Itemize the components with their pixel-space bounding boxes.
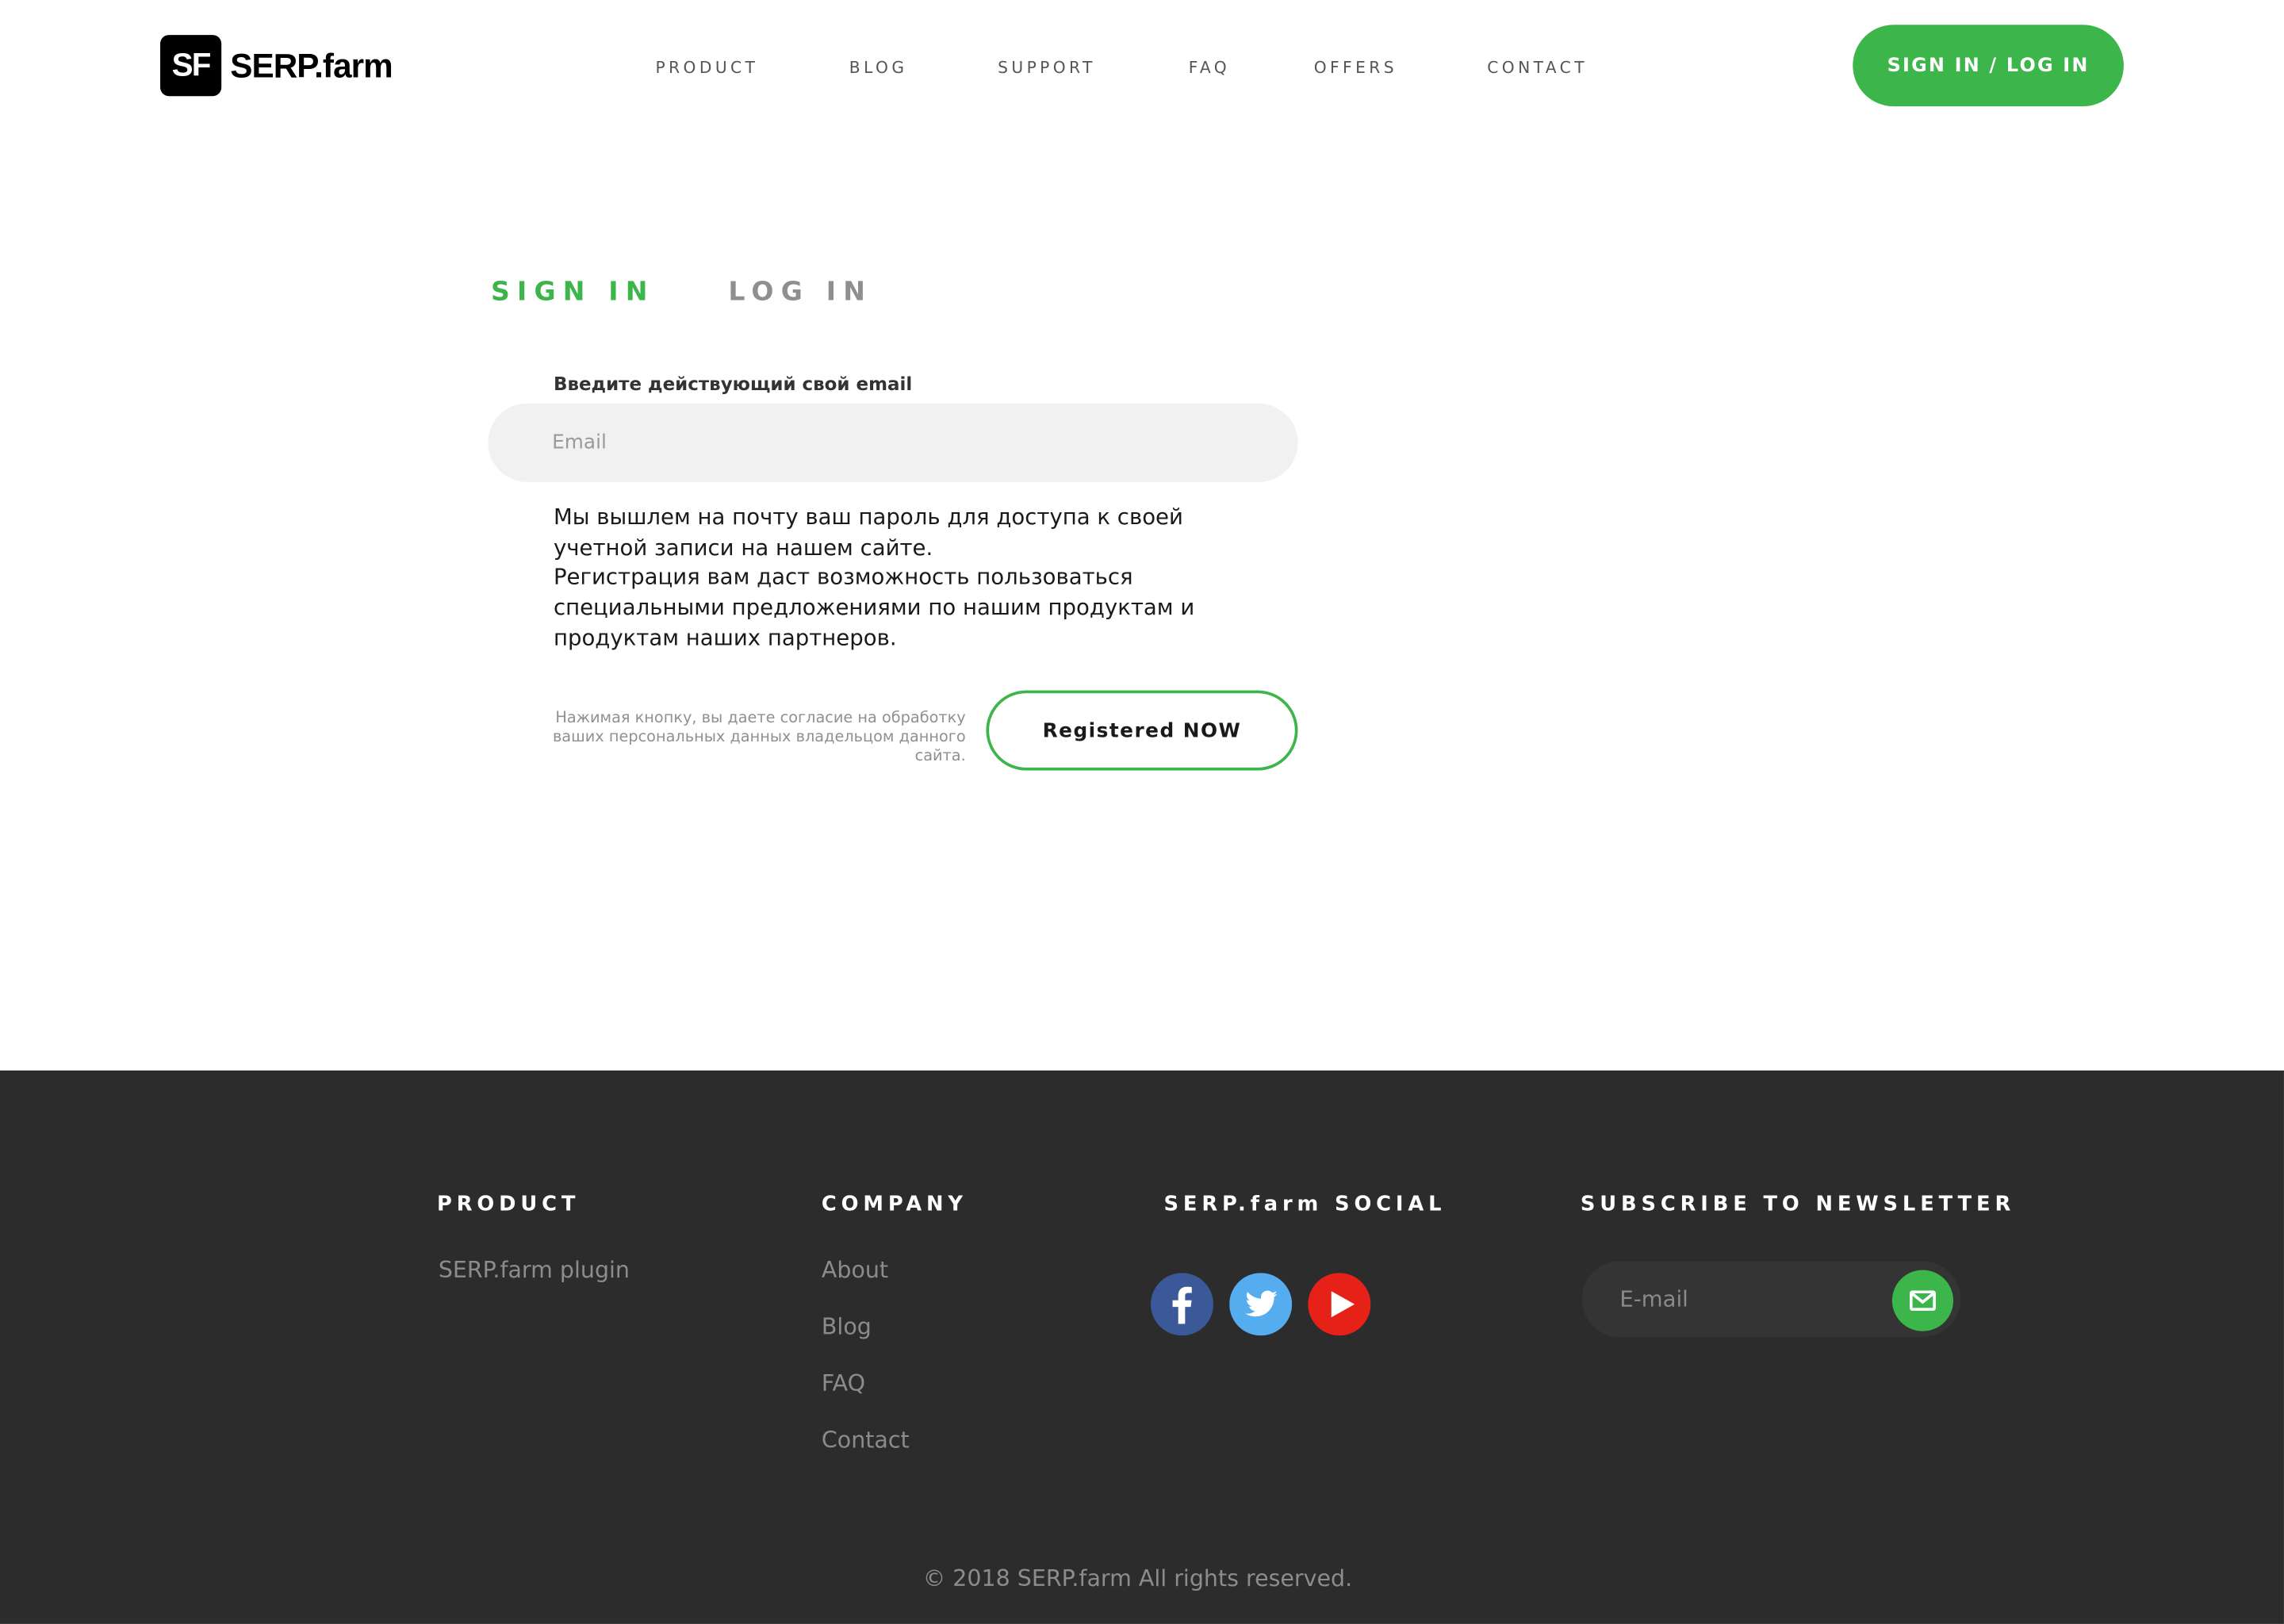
footer-link-serp-plugin[interactable]: SERP.farm plugin bbox=[439, 1257, 630, 1283]
footer-link-about[interactable]: About bbox=[822, 1257, 888, 1283]
copyright: © 2018 SERP.farm All rights reserved. bbox=[922, 1565, 1353, 1592]
info-paragraph: Мы вышлем на почту ваш пароль для доступ… bbox=[553, 504, 1183, 561]
email-label: Введите действующий свой email bbox=[553, 373, 913, 395]
nav-item-product[interactable]: PRODUCT bbox=[656, 58, 759, 77]
twitter-icon[interactable] bbox=[1229, 1273, 1293, 1336]
footer: PRODUCT SERP.farm plugin COMPANY About B… bbox=[0, 1070, 2284, 1624]
registration-info: Мы вышлем на почту ваш пароль для доступ… bbox=[554, 503, 1282, 653]
envelope-icon bbox=[1909, 1290, 1936, 1312]
facebook-icon[interactable] bbox=[1150, 1273, 1213, 1336]
email-field[interactable] bbox=[488, 403, 1298, 482]
youtube-icon[interactable] bbox=[1308, 1273, 1371, 1336]
nav-item-offers[interactable]: OFFERS bbox=[1314, 58, 1397, 77]
nav-item-faq[interactable]: FAQ bbox=[1189, 58, 1230, 77]
register-button[interactable]: Registered NOW bbox=[986, 690, 1298, 771]
signin-login-button[interactable]: SIGN IN / LOG IN bbox=[1853, 25, 2124, 107]
footer-link-blog[interactable]: Blog bbox=[822, 1314, 872, 1340]
footer-heading-product: PRODUCT bbox=[437, 1193, 581, 1216]
page: SF SERP.farm PRODUCT BLOG SUPPORT FAQ OF… bbox=[0, 0, 2284, 1624]
nav-item-support[interactable]: SUPPORT bbox=[998, 58, 1096, 77]
footer-link-contact[interactable]: Contact bbox=[822, 1427, 910, 1454]
tab-log-in[interactable]: LOG IN bbox=[728, 277, 872, 308]
info-paragraph: Регистрация вам даст возможность пользов… bbox=[553, 564, 1195, 651]
footer-heading-newsletter: SUBSCRIBE TO NEWSLETTER bbox=[1580, 1193, 2016, 1216]
footer-link-faq[interactable]: FAQ bbox=[822, 1370, 865, 1396]
newsletter-submit-button[interactable] bbox=[1891, 1270, 1954, 1331]
nav-item-contact[interactable]: CONTACT bbox=[1487, 58, 1588, 77]
header: SF SERP.farm PRODUCT BLOG SUPPORT FAQ OF… bbox=[0, 0, 2284, 131]
footer-heading-social: SERP.farm SOCIAL bbox=[1163, 1193, 1447, 1216]
consent-text: Нажимая кнопку, вы даете согласие на обр… bbox=[552, 709, 966, 765]
footer-heading-company: COMPANY bbox=[821, 1193, 968, 1216]
nav-item-blog[interactable]: BLOG bbox=[849, 58, 908, 77]
tab-sign-in[interactable]: SIGN IN bbox=[491, 277, 655, 308]
